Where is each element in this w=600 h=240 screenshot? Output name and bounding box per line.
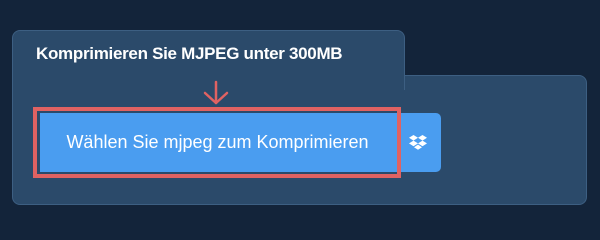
choose-file-button[interactable]: Wählen Sie mjpeg zum Komprimieren xyxy=(40,113,395,172)
dropbox-icon xyxy=(409,134,427,150)
dropbox-button[interactable] xyxy=(395,113,441,172)
down-arrow-icon xyxy=(203,80,229,105)
page-title: Komprimieren Sie MJPEG unter 300MB xyxy=(36,44,343,63)
